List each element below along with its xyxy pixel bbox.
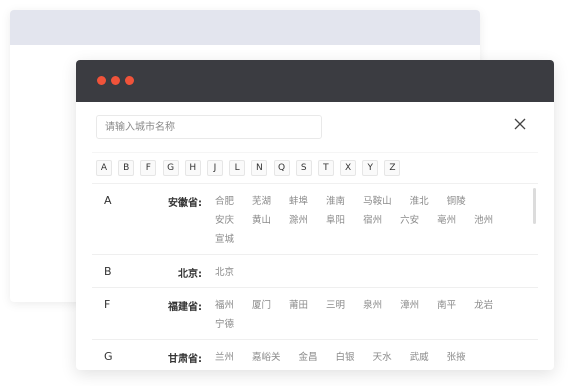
city-option[interactable]: 定西 bbox=[326, 367, 345, 370]
city-option[interactable]: 三明 bbox=[326, 296, 345, 315]
letter-index-n[interactable]: N bbox=[251, 160, 268, 176]
city-option[interactable]: 莆田 bbox=[289, 296, 308, 315]
city-option[interactable]: 滁州 bbox=[289, 211, 308, 230]
city-option[interactable]: 黄山 bbox=[252, 211, 271, 230]
letter-index-bar: ABFGHJLNQSTXYZ bbox=[92, 152, 538, 184]
window-control-dot-1[interactable] bbox=[97, 76, 106, 85]
city-option[interactable]: 六安 bbox=[400, 211, 419, 230]
group-letter: B bbox=[104, 265, 112, 278]
group-letter: A bbox=[104, 194, 112, 207]
city-option[interactable]: 漳州 bbox=[400, 296, 419, 315]
letter-index-x[interactable]: X bbox=[340, 160, 357, 176]
city-options: 北京 bbox=[215, 255, 515, 287]
city-options: 合肥 芜湖 蚌埠 淮南 马鞍山 淮北 铜陵安庆 黄山 滁州 阜阳 宿州 六安 亳州 池州宣城 bbox=[215, 184, 515, 254]
city-option[interactable]: 甘南 bbox=[437, 367, 456, 370]
city-option[interactable]: 厦门 bbox=[252, 296, 271, 315]
province-label: 北京: bbox=[178, 269, 202, 280]
city-search-input[interactable] bbox=[96, 115, 322, 139]
city-option[interactable]: 陇南 bbox=[363, 367, 382, 370]
city-option[interactable]: 平凉 bbox=[215, 367, 234, 370]
city-option[interactable]: 宣城 bbox=[215, 230, 234, 249]
window-control-dot-3[interactable] bbox=[125, 76, 134, 85]
letter-index-j[interactable]: J bbox=[206, 160, 223, 176]
city-option[interactable]: 酒泉 bbox=[252, 367, 271, 370]
city-option[interactable]: 芜湖 bbox=[252, 192, 271, 211]
city-option[interactable]: 天水 bbox=[373, 348, 392, 367]
window-titlebar bbox=[76, 60, 554, 102]
city-option[interactable]: 临夏 bbox=[400, 367, 419, 370]
province-label: 福建省: bbox=[168, 302, 202, 313]
background-window-titlebar bbox=[10, 10, 480, 45]
city-option[interactable]: 张掖 bbox=[447, 348, 466, 367]
city-group: F 福建省: 福州 厦门 莆田 三明 泉州 漳州 南平 龙岩宁德 bbox=[92, 288, 538, 340]
city-option[interactable]: 池州 bbox=[474, 211, 493, 230]
city-option[interactable]: 安庆 bbox=[215, 211, 234, 230]
group-letter: F bbox=[104, 298, 111, 311]
city-option[interactable]: 金昌 bbox=[299, 348, 318, 367]
city-option[interactable]: 白银 bbox=[336, 348, 355, 367]
letter-index-q[interactable]: Q bbox=[273, 160, 290, 176]
city-option[interactable]: 庆阳 bbox=[289, 367, 308, 370]
letter-index-t[interactable]: T bbox=[317, 160, 334, 176]
city-option[interactable]: 阜阳 bbox=[326, 211, 345, 230]
city-option[interactable]: 福州 bbox=[215, 296, 234, 315]
city-group: B 北京: 北京 bbox=[92, 255, 538, 288]
scrollbar-thumb[interactable] bbox=[533, 188, 536, 224]
city-option[interactable]: 南平 bbox=[437, 296, 456, 315]
city-option[interactable]: 马鞍山 bbox=[363, 192, 392, 211]
city-option[interactable]: 泉州 bbox=[363, 296, 382, 315]
city-picker-window: ABFGHJLNQSTXYZ A安徽省:合肥芜湖蚌埠淮南马鞍山淮北铜陵安庆黄山滁… bbox=[76, 60, 554, 370]
city-group: A 安徽省: 合肥 芜湖 蚌埠 淮南 马鞍山 淮北 铜陵安庆 黄山 滁州 阜阳 宿州 六安 亳州 池州宣城 bbox=[92, 184, 538, 255]
letter-index-z[interactable]: Z bbox=[384, 160, 401, 176]
city-list[interactable]: A 安徽省: 合肥 芜湖 蚌埠 淮南 马鞍山 淮北 铜陵安庆 黄山 滁州 阜阳 宿州 六安 亳州 池州宣城 B 北… bbox=[92, 184, 538, 370]
close-icon[interactable] bbox=[513, 117, 527, 131]
letter-index-y[interactable]: Y bbox=[362, 160, 379, 176]
city-options: 兰州嘉峪关金昌白银天水武威张掖平凉 酒泉 庆阳 定西 陇南 临夏 甘南 bbox=[215, 340, 515, 370]
letter-index-s[interactable]: S bbox=[295, 160, 312, 176]
letter-index-l[interactable]: L bbox=[229, 160, 246, 176]
city-option[interactable]: 淮南 bbox=[326, 192, 345, 211]
letter-index-a[interactable]: A bbox=[96, 160, 112, 176]
province-label: 甘肃省: bbox=[168, 354, 202, 365]
city-group: G 甘肃省: 兰州嘉峪关金昌白银天水武威张掖平凉 酒泉 庆阳 定西 陇南 临夏 甘南 bbox=[92, 340, 538, 370]
city-option[interactable]: 亳州 bbox=[437, 211, 456, 230]
city-option[interactable]: 兰州 bbox=[215, 348, 234, 367]
city-option[interactable]: 淮北 bbox=[410, 192, 429, 211]
letter-index-b[interactable]: B bbox=[118, 160, 135, 176]
letter-index-g[interactable]: G bbox=[162, 160, 179, 176]
city-option[interactable]: 武威 bbox=[410, 348, 429, 367]
city-option[interactable]: 嘉峪关 bbox=[252, 348, 281, 367]
city-option[interactable]: 铜陵 bbox=[447, 192, 466, 211]
city-option[interactable]: 北京 bbox=[215, 263, 234, 282]
city-option[interactable]: 合肥 bbox=[215, 192, 234, 211]
city-option[interactable]: 龙岩 bbox=[474, 296, 493, 315]
letter-index-f[interactable]: F bbox=[140, 160, 157, 176]
window-control-dot-2[interactable] bbox=[111, 76, 120, 85]
group-letter: G bbox=[104, 350, 113, 363]
letter-index-h[interactable]: H bbox=[184, 160, 201, 176]
city-options: 福州 厦门 莆田 三明 泉州 漳州 南平 龙岩宁德 bbox=[215, 288, 515, 339]
province-label: 安徽省: bbox=[168, 198, 202, 209]
city-option[interactable]: 蚌埠 bbox=[289, 192, 308, 211]
city-option[interactable]: 宿州 bbox=[363, 211, 382, 230]
city-option[interactable]: 宁德 bbox=[215, 315, 234, 334]
